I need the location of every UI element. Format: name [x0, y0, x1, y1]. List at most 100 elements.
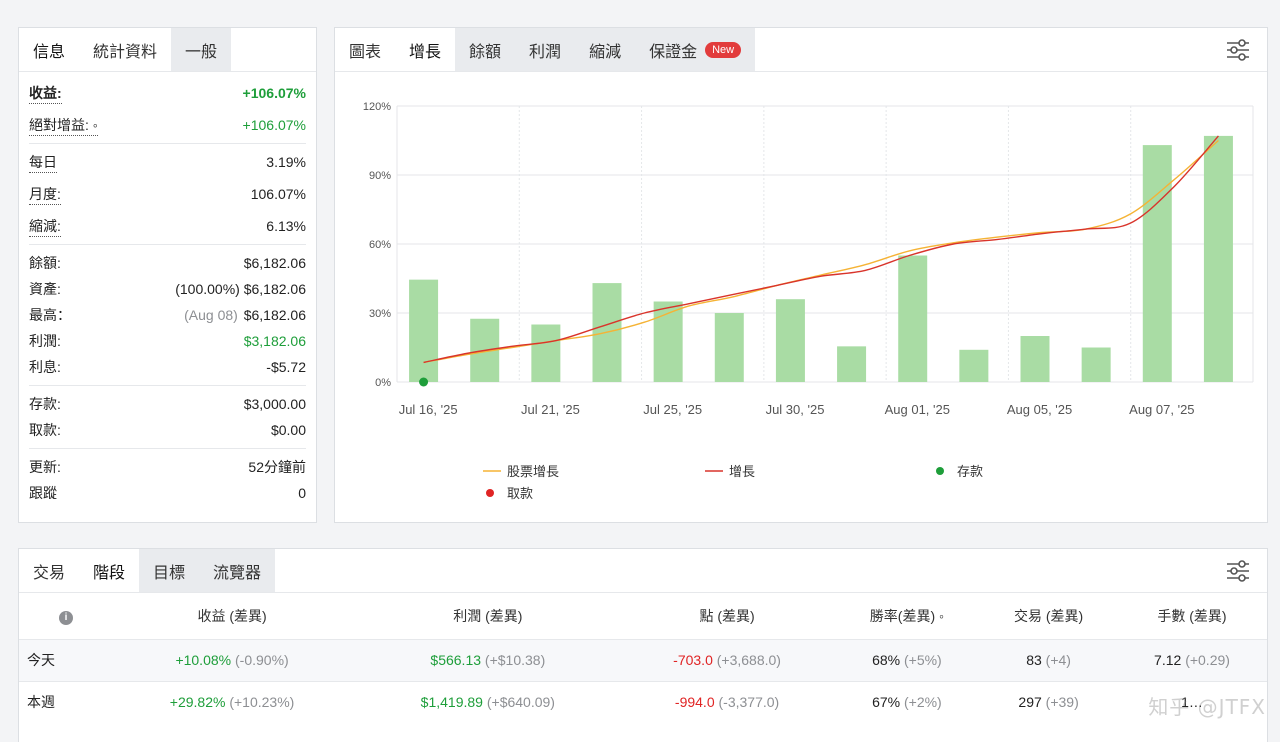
profit-value: $3,182.06	[243, 333, 306, 349]
updated-row: 更新: 52分鐘前	[29, 454, 306, 480]
interest-value: -$5.72	[266, 359, 306, 375]
chart-tabs: 圖表 增長 餘額 利潤 縮減 保證金 New	[335, 28, 1267, 72]
legend-label: 股票增長	[507, 464, 559, 479]
info-icon[interactable]: i	[59, 610, 73, 625]
tab-drawdown[interactable]: 縮減	[575, 28, 636, 71]
col-winrate[interactable]: 勝率(差異) ◦	[834, 593, 981, 639]
tracking-label: 跟蹤	[29, 485, 57, 501]
deposits-row: 存款: $3,000.00	[29, 391, 306, 417]
tab-info[interactable]: 信息	[19, 28, 80, 71]
trades-value: 83	[1026, 652, 1042, 668]
monthly-label[interactable]: 月度:	[29, 184, 61, 205]
col-gain[interactable]: 收益 (差異)	[109, 593, 355, 639]
x-tick-label: Jul 21, '25	[521, 402, 580, 417]
tab-statistics[interactable]: 統計資料	[79, 28, 172, 71]
sliders-icon[interactable]	[1225, 38, 1251, 62]
gain-cell: +10.08% (-0.90%)	[109, 638, 356, 681]
stats-panel: 信息 統計資料 一般 收益: +106.07% 絕對增益: ◦ +106.07%…	[18, 27, 317, 523]
period-cell: 本週	[19, 680, 109, 723]
profit-value: $1,419.89	[420, 694, 483, 711]
tab-trades[interactable]: 交易	[19, 549, 80, 592]
y-tick-label: 90%	[369, 170, 391, 182]
drawdown-label[interactable]: 縮減:	[29, 216, 61, 237]
trades-diff: (+4)	[1045, 652, 1071, 668]
pips-cell: -703.0 (+3,688.0)	[620, 638, 834, 681]
x-tick-label: Aug 05, '25	[1007, 402, 1072, 417]
periods-table: i 收益 (差異) 利潤 (差異) 點 (差異) 勝率(差異) ◦ 交易 (差異…	[19, 593, 1267, 723]
y-tick-label: 0%	[375, 377, 391, 389]
winrate-value: 68%	[872, 652, 901, 668]
lots-value: 7.12	[1154, 652, 1182, 668]
divider	[29, 448, 306, 449]
tab-profit[interactable]: 利潤	[515, 28, 576, 71]
growth-bar	[775, 299, 805, 382]
winrate-value: 67%	[872, 694, 901, 711]
growth-bar	[409, 279, 439, 382]
tab-balance[interactable]: 餘額	[455, 28, 516, 71]
x-tick-label: Jul 30, '25	[766, 402, 825, 417]
equity-label: 資產:	[29, 281, 61, 297]
balance-label: 餘額:	[29, 255, 61, 271]
tab-growth[interactable]: 增長	[395, 28, 456, 71]
chart-panel: 圖表 增長 餘額 利潤 縮減 保證金 New 0% 30% 60% 90% 120% Jul…	[334, 27, 1268, 523]
profit-cell: $1,419.89 (+$640.09)	[355, 680, 621, 723]
periods-tabs: 交易 階段 目標 流覽器	[19, 549, 1267, 593]
withdrawals-row: 取款: $0.00	[29, 417, 306, 443]
deposits-label: 存款:	[29, 396, 61, 412]
gain-diff: (+10.23%)	[229, 694, 295, 711]
watermark: 知乎 @JTFX	[1148, 695, 1266, 719]
profit-diff: (+$10.38)	[484, 652, 546, 668]
withdrawals-label: 取款:	[29, 422, 61, 438]
tab-browser[interactable]: 流覽器	[199, 549, 276, 592]
trades-value: 297	[1018, 694, 1042, 711]
equity-value-group: (100.00%) $6,182.06	[175, 281, 306, 297]
tab-margin[interactable]: 保證金 New	[635, 28, 756, 71]
tracking-value: 0	[298, 485, 306, 501]
col-trades[interactable]: 交易 (差異)	[980, 593, 1117, 639]
tab-charts[interactable]: 圖表	[335, 28, 396, 71]
interest-row: 利息: -$5.72	[29, 354, 306, 380]
abs-gain-label[interactable]: 絕對增益: ◦	[29, 115, 98, 136]
highest-row: 最高： (Aug 08) $6,182.06	[29, 302, 306, 328]
x-tick-label: Jul 16, '25	[399, 402, 458, 417]
profit-diff: (+$640.09)	[486, 694, 555, 711]
stats-list: 收益: +106.07% 絕對增益: ◦ +106.07% 每日 3.19% 月…	[19, 80, 316, 506]
gain-row: 收益: +106.07%	[29, 80, 306, 106]
table-header-row: i 收益 (差異) 利潤 (差異) 點 (差異) 勝率(差異) ◦ 交易 (差異…	[19, 593, 1267, 639]
col-pips[interactable]: 點 (差異)	[621, 593, 834, 639]
pips-value: -703.0	[673, 652, 713, 668]
abs-gain-row: 絕對增益: ◦ +106.07%	[29, 112, 306, 138]
col-profit[interactable]: 利潤 (差異)	[355, 593, 620, 639]
sliders-icon[interactable]	[1225, 559, 1251, 583]
gain-value: +10.08%	[175, 652, 232, 668]
equity-value: $6,182.06	[243, 281, 306, 297]
profit-cell: $566.13 (+$10.38)	[355, 638, 621, 681]
x-tick-label: Jul 25, '25	[643, 402, 702, 417]
lots-diff: (+0.29)	[1185, 652, 1230, 668]
x-tick-label: Aug 07, '25	[1129, 402, 1194, 417]
tab-periods[interactable]: 階段	[79, 549, 140, 592]
gain-value: +106.07%	[242, 85, 306, 101]
legend-dot-swatch	[936, 467, 944, 475]
highest-date: (Aug 08)	[184, 307, 238, 323]
tracking-row: 跟蹤 0	[29, 480, 306, 506]
deposits-value: $3,000.00	[243, 396, 306, 412]
gain-label[interactable]: 收益:	[29, 83, 62, 104]
winrate-diff: (+2%)	[903, 694, 942, 711]
highest-label: 最高：	[29, 307, 71, 323]
col-lots[interactable]: 手數 (差異)	[1117, 593, 1267, 639]
period-cell: 今天	[19, 638, 109, 681]
highest-value: $6,182.06	[243, 307, 306, 323]
divider	[29, 244, 306, 245]
tab-goals[interactable]: 目標	[139, 549, 200, 592]
growth-chart: 0% 30% 60% 90% 120% Jul 16, '25 Jul 21, '25 Jul…	[363, 101, 1254, 501]
pips-cell: -994.0 (-3,377.0)	[620, 680, 834, 723]
updated-label: 更新:	[29, 459, 61, 475]
tab-general[interactable]: 一般	[171, 28, 232, 71]
daily-label[interactable]: 每日	[29, 152, 57, 173]
winrate-cell: 67% (+2%)	[833, 680, 981, 723]
gain-value: +29.82%	[169, 694, 226, 711]
divider	[29, 385, 306, 386]
balance-row: 餘額: $6,182.06	[29, 250, 306, 276]
profit-label: 利潤:	[29, 333, 61, 349]
